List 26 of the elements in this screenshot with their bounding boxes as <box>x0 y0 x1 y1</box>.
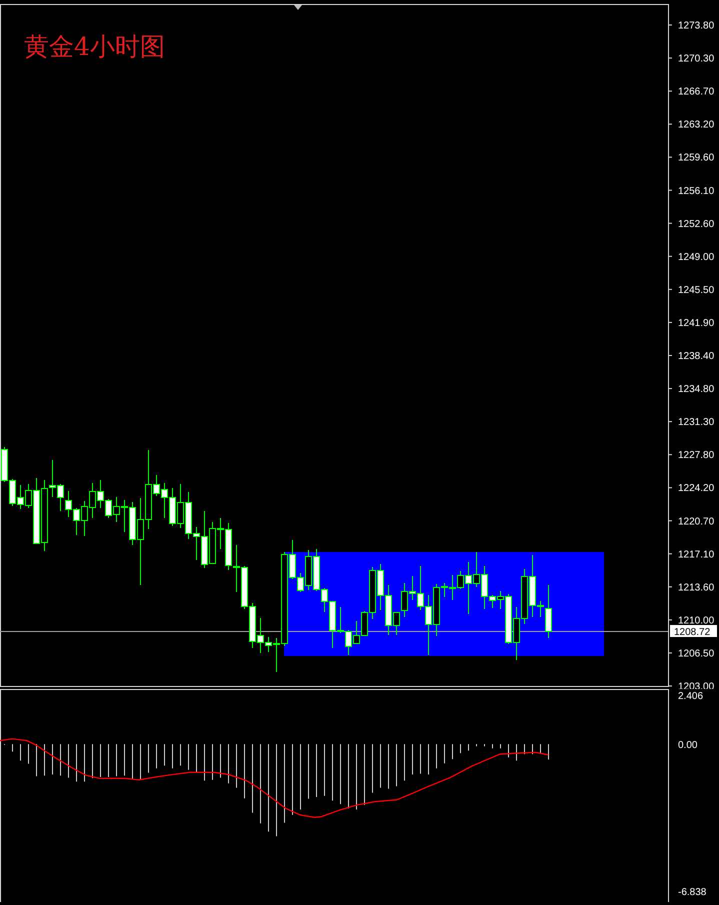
price-label: 1234.80 <box>668 384 714 396</box>
macd-label: 2.406 <box>678 691 704 702</box>
price-label: 1206.50 <box>668 648 714 660</box>
price-label: 1210.00 <box>668 615 714 626</box>
price-label: 1256.10 <box>668 186 714 197</box>
price-label: 1224.20 <box>668 483 714 494</box>
scroll-marker-icon[interactable] <box>294 5 302 10</box>
price-label: 1217.10 <box>668 549 714 560</box>
price-label: 1273.80 <box>668 20 714 32</box>
price-label: 1231.30 <box>668 417 714 428</box>
chart-title: 黄金4小时图 <box>24 31 165 63</box>
price-label: 1263.20 <box>668 120 714 131</box>
macd-label: 0.00 <box>678 740 698 751</box>
price-label: 1241.90 <box>668 318 714 329</box>
price-label: 1245.50 <box>668 284 714 296</box>
current-price-label: 1208.72 <box>670 625 717 638</box>
price-label: 1266.70 <box>668 86 714 98</box>
price-label: 1213.60 <box>668 582 714 594</box>
macd-label: -6.838 <box>678 887 706 898</box>
price-label: 1227.80 <box>668 450 714 462</box>
price-label: 1252.60 <box>668 218 714 230</box>
price-label: 1270.30 <box>668 54 714 65</box>
price-label: 1238.40 <box>668 351 714 362</box>
price-label: 1220.70 <box>668 516 714 528</box>
price-label: 1249.00 <box>668 252 714 263</box>
price-label: 1259.60 <box>668 152 714 164</box>
